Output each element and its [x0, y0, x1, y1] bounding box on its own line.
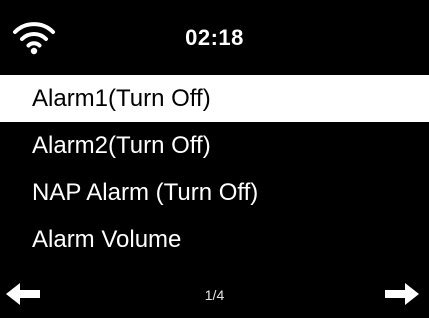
status-bar: 02:18 — [0, 0, 429, 75]
footer-bar: 1/4 — [0, 272, 429, 318]
clock-time: 02:18 — [185, 25, 244, 50]
page-indicator: 1/4 — [204, 287, 225, 303]
arrow-right-icon[interactable] — [383, 282, 419, 306]
menu-item-alarm-volume[interactable]: Alarm Volume — [0, 216, 429, 263]
device-screen: 02:18 Alarm1(Turn Off) Alarm2(Turn Off) … — [0, 0, 429, 318]
alarm-menu: Alarm1(Turn Off) Alarm2(Turn Off) NAP Al… — [0, 75, 429, 263]
menu-item-alarm2[interactable]: Alarm2(Turn Off) — [0, 122, 429, 169]
menu-item-alarm1[interactable]: Alarm1(Turn Off) — [0, 75, 429, 122]
menu-item-nap-alarm[interactable]: NAP Alarm (Turn Off) — [0, 169, 429, 216]
